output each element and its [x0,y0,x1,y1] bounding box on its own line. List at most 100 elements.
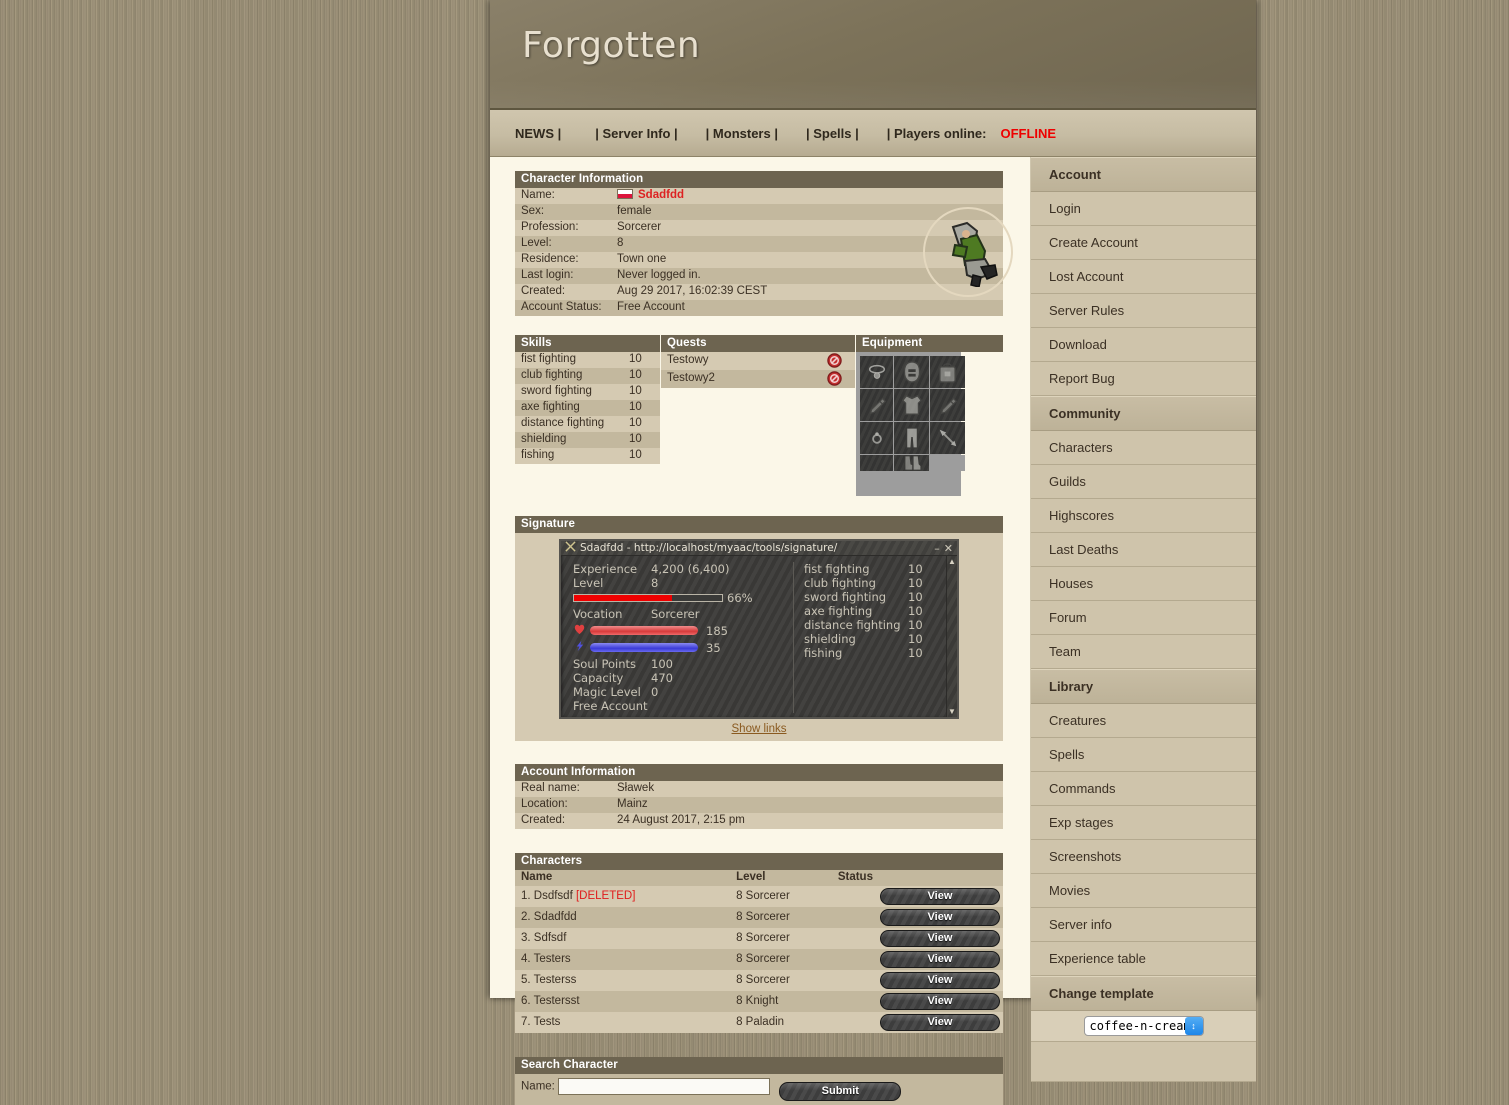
sidebar-item-spells[interactable]: Spells [1031,738,1256,772]
character-name[interactable]: 7. Tests [521,1016,560,1028]
helmet-slot[interactable] [894,356,929,388]
quests-table: Testowy Testowy2 [661,352,855,388]
search-row-cell: Name: Submit [515,1074,1003,1105]
skill-value: 10 [908,562,923,576]
scroll-up-icon[interactable]: ▲ [948,557,956,566]
row-value: Sorcerer [611,220,1003,236]
sidebar-item-download[interactable]: Download [1031,328,1256,362]
mana-icon [573,640,586,655]
submit-button[interactable]: Submit [779,1082,901,1101]
sidebar-item-guilds[interactable]: Guilds [1031,465,1256,499]
backpack-slot[interactable] [930,356,965,388]
character-name[interactable]: 2. Sdadfdd [521,911,577,923]
character-name[interactable]: 1. Dsdfsdf [521,890,573,902]
view-button[interactable]: View [880,909,1000,926]
boots-slot[interactable] [894,455,929,471]
character-name[interactable]: 6. Testersst [521,995,580,1007]
character-name-cell: 5. Testerss [515,970,730,991]
view-button[interactable]: View [880,993,1000,1010]
row-label: Name: [515,188,611,204]
row-label: Residence: [515,252,611,268]
sidebar-item-last-deaths[interactable]: Last Deaths [1031,533,1256,567]
ring-slot[interactable] [860,422,893,454]
sidebar-item-forum[interactable]: Forum [1031,601,1256,635]
table-row: Name: Submit [515,1074,1003,1105]
skill-name: sword fighting [804,590,908,604]
signature-content: Experience 4,200 (6,400) Level 8 [561,556,957,717]
necklace-slot[interactable] [860,356,893,388]
view-button[interactable]: View [880,888,1000,905]
left-hand-slot[interactable] [860,389,893,421]
template-select[interactable]: coffee-n-cream [1084,1016,1204,1036]
sidebar-item-lost-account[interactable]: Lost Account [1031,260,1256,294]
equipment-title: Equipment [856,335,1003,352]
legs-slot[interactable] [894,422,929,454]
character-level: 8 Sorcerer [730,928,832,949]
mana-bar [590,643,698,652]
sidebar-item-houses[interactable]: Houses [1031,567,1256,601]
sidebar-item-exp-stages[interactable]: Exp stages [1031,806,1256,840]
view-button[interactable]: View [880,972,1000,989]
scroll-down-icon[interactable]: ▼ [948,707,956,716]
sidebar-item-creatures[interactable]: Creatures [1031,704,1256,738]
nav-item-monsters[interactable]: | Monsters | [706,126,806,141]
nav-item-spells[interactable]: | Spells | [806,126,887,141]
minimize-icon[interactable]: – [932,542,942,555]
sidebar-item-login[interactable]: Login [1031,192,1256,226]
account-information-table: Real name: Sławek Location: Mainz Create… [515,781,1003,829]
sidebar-item-team[interactable]: Team [1031,635,1256,669]
nav-item-news[interactable]: NEWS | [515,126,595,141]
sidebar-item-highscores[interactable]: Highscores [1031,499,1256,533]
row-value: Sławek [611,781,1003,797]
empty-slot[interactable] [860,455,893,471]
sidebar-item-server-info[interactable]: Server info [1031,908,1256,942]
skill-value: 10 [623,384,660,400]
mana-value: 35 [706,641,721,655]
sidebar-item-report-bug[interactable]: Report Bug [1031,362,1256,396]
signature-skill-row: club fighting 10 [804,576,957,590]
stat-value: 4,200 (6,400) [651,562,729,576]
skill-name: axe fighting [804,604,908,618]
quest-name: Testowy [661,352,813,370]
quest-status-cell [813,370,855,388]
view-button[interactable]: View [880,930,1000,947]
character-name[interactable]: 5. Testerss [521,974,576,986]
signature-scrollbar[interactable]: ▲ ▼ [946,556,957,717]
sidebar-item-movies[interactable]: Movies [1031,874,1256,908]
table-row: axe fighting 10 [515,400,660,416]
experience-progress-bar [573,594,723,602]
table-row: 3. Sdfsdf 8 Sorcerer View [515,928,1003,949]
view-button[interactable]: View [880,951,1000,968]
stat-value: 8 [651,576,658,590]
signature-body: Sdadfdd - http://localhost/myaac/tools/s… [515,533,1003,741]
sidebar-item-create-account[interactable]: Create Account [1031,226,1256,260]
row-label: Account Status: [515,300,611,316]
table-row: distance fighting 10 [515,416,660,432]
signature-stat-row: Soul Points 100 [573,657,793,671]
sidebar-item-screenshots[interactable]: Screenshots [1031,840,1256,874]
skill-name: fist fighting [804,562,908,576]
row-value: female [611,204,1003,220]
ammo-slot[interactable] [930,422,965,454]
character-name-cell: 4. Testers [515,949,730,970]
character-name[interactable]: 4. Testers [521,953,571,965]
right-hand-slot[interactable] [930,389,965,421]
character-action-cell: View [877,991,1003,1012]
skill-name: fishing [804,646,908,660]
character-name[interactable]: 3. Sdfsdf [521,932,566,944]
panels-row: Skills fist fighting 10 club fighting 10… [515,335,1030,496]
row-label: Sex: [515,204,611,220]
sidebar-item-experience-table[interactable]: Experience table [1031,942,1256,976]
sidebar-item-characters[interactable]: Characters [1031,431,1256,465]
view-button[interactable]: View [880,1014,1000,1031]
search-input[interactable] [558,1078,770,1095]
armor-slot[interactable] [894,389,929,421]
character-name[interactable]: Sdadfdd [638,189,684,201]
sidebar-item-commands[interactable]: Commands [1031,772,1256,806]
nav-item-server-info[interactable]: | Server Info | [595,126,705,141]
close-icon[interactable]: ✕ [942,542,955,555]
skill-name: shielding [515,432,623,448]
skill-value: 10 [908,618,923,632]
sidebar-item-server-rules[interactable]: Server Rules [1031,294,1256,328]
show-links-link[interactable]: Show links [515,723,1003,735]
